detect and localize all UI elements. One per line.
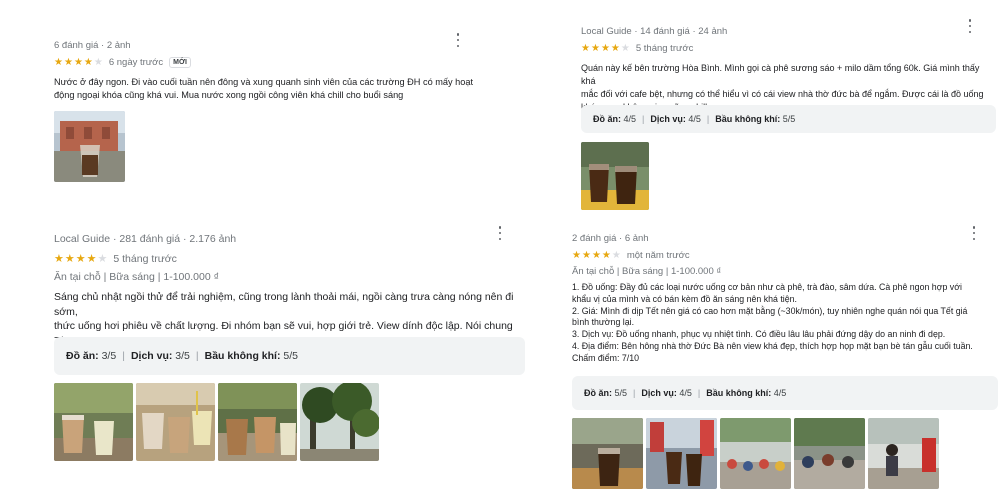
rating-row: ★ ★ ★ ★ ★ 5 tháng trước	[581, 43, 996, 54]
review-card-2: Local Guide · 14 đánh giá · 24 ảnh ★ ★ ★…	[581, 26, 996, 114]
review-photo[interactable]	[868, 418, 939, 489]
star-icon: ★	[54, 56, 63, 68]
star-icon: ★	[86, 252, 97, 265]
review-card-4: 2 đánh giá · 6 ảnh ★ ★ ★ ★ ★ một năm trư…	[572, 233, 992, 365]
rating-row: ★ ★ ★ ★ ★ một năm trước	[572, 250, 992, 261]
more-options-icon[interactable]	[452, 33, 464, 47]
star-icon: ★	[83, 56, 93, 68]
star-icon: ★	[54, 252, 64, 265]
star-icon: ★	[93, 56, 103, 68]
review-photo[interactable]	[300, 383, 379, 461]
rating-row: ★ ★ ★ ★ ★ 5 tháng trước	[54, 253, 534, 265]
visit-info: Ăn tại chỗ | Bữa sáng | 1-100.000 ₫	[54, 271, 219, 283]
category-ratings: Đồ ăn: 4/5 | Dịch vụ: 4/5 | Bầu không kh…	[581, 105, 996, 133]
service-rating: 4/5	[679, 388, 692, 398]
review-time: 5 tháng trước	[635, 43, 694, 54]
category-ratings: Đồ ăn: 5/5 | Dịch vụ: 4/5 | Bầu không kh…	[572, 376, 998, 410]
review-photos-1	[54, 111, 125, 182]
reviewer-meta: 6 đánh giá · 2 ảnh	[54, 40, 131, 51]
food-rating: 4/5	[623, 114, 637, 124]
review-photos-4	[572, 418, 939, 489]
atmosphere-rating-label: Bầu không khí:	[715, 114, 781, 124]
service-rating: 3/5	[175, 350, 190, 362]
star-icon: ★	[75, 252, 86, 265]
atmosphere-rating-label: Bầu không khí:	[204, 350, 281, 362]
star-rating: ★ ★ ★ ★ ★	[572, 249, 621, 261]
more-options-icon[interactable]	[968, 226, 980, 240]
review-photo[interactable]	[54, 383, 133, 461]
atmosphere-rating: 5/5	[283, 350, 298, 362]
star-icon: ★	[611, 249, 621, 261]
star-icon: ★	[581, 42, 590, 54]
food-rating: 5/5	[614, 388, 628, 398]
review-photo[interactable]	[572, 418, 643, 489]
star-icon: ★	[572, 249, 581, 261]
atmosphere-rating: 5/5	[782, 114, 796, 124]
star-icon: ★	[601, 249, 611, 261]
star-icon: ★	[64, 252, 75, 265]
food-rating-label: Đồ ăn:	[66, 350, 99, 362]
star-icon: ★	[600, 42, 610, 54]
star-icon: ★	[590, 42, 600, 54]
food-rating-label: Đồ ăn:	[593, 114, 621, 124]
category-ratings: Đồ ăn: 3/5 | Dịch vụ: 3/5 | Bầu không kh…	[54, 337, 525, 375]
review-photo[interactable]	[646, 418, 717, 489]
star-rating: ★ ★ ★ ★ ★	[54, 56, 103, 68]
review-text: 1. Đồ uống: Đầy đủ các loại nước uống cơ…	[572, 282, 973, 363]
reviewer-meta: 2 đánh giá · 6 ảnh	[572, 233, 649, 244]
atmosphere-rating: 4/5	[773, 388, 787, 398]
review-photo[interactable]	[136, 383, 215, 461]
review-photo[interactable]	[54, 111, 125, 182]
food-rating: 3/5	[101, 350, 117, 362]
visit-info: Ăn tại chỗ | Bữa sáng | 1-100.000 ₫	[572, 266, 722, 277]
star-icon: ★	[591, 249, 601, 261]
reviewer-meta: Local Guide · 14 đánh giá · 24 ảnh	[581, 26, 728, 37]
rating-row: ★ ★ ★ ★ ★ 6 ngày trước MỚI	[54, 57, 484, 68]
star-rating: ★ ★ ★ ★ ★	[54, 252, 108, 265]
star-rating: ★ ★ ★ ★ ★	[581, 42, 630, 54]
star-icon: ★	[620, 42, 630, 54]
review-photo[interactable]	[581, 142, 649, 210]
service-rating-label: Dịch vụ:	[650, 114, 686, 124]
star-icon: ★	[73, 56, 83, 68]
review-card-1: 6 đánh giá · 2 ảnh ★ ★ ★ ★ ★ 6 ngày trướ…	[54, 40, 484, 102]
atmosphere-rating-label: Bầu không khí:	[706, 388, 772, 398]
review-text: Nước ở đây ngon. Đi vào cuối tuần nên đô…	[54, 77, 474, 100]
service-rating-label: Dịch vụ:	[641, 388, 677, 398]
review-photo[interactable]	[218, 383, 297, 461]
more-options-icon[interactable]	[494, 226, 506, 240]
review-time: một năm trước	[626, 250, 690, 261]
service-rating: 4/5	[688, 114, 701, 124]
star-icon: ★	[610, 42, 620, 54]
review-photo[interactable]	[720, 418, 791, 489]
food-rating-label: Đồ ăn:	[584, 388, 612, 398]
review-time: 5 tháng trước	[113, 253, 177, 265]
review-photos-3	[54, 383, 379, 461]
review-photos-2	[581, 142, 649, 210]
review-time: 6 ngày trước	[108, 57, 164, 68]
reviewer-meta: Local Guide · 281 đánh giá · 2.176 ảnh	[54, 233, 237, 245]
new-badge: MỚI	[169, 57, 191, 68]
star-icon: ★	[581, 249, 591, 261]
star-icon: ★	[97, 252, 108, 265]
review-photo[interactable]	[794, 418, 865, 489]
star-icon: ★	[63, 56, 73, 68]
more-options-icon[interactable]	[964, 19, 976, 33]
service-rating-label: Dịch vụ:	[130, 350, 173, 362]
